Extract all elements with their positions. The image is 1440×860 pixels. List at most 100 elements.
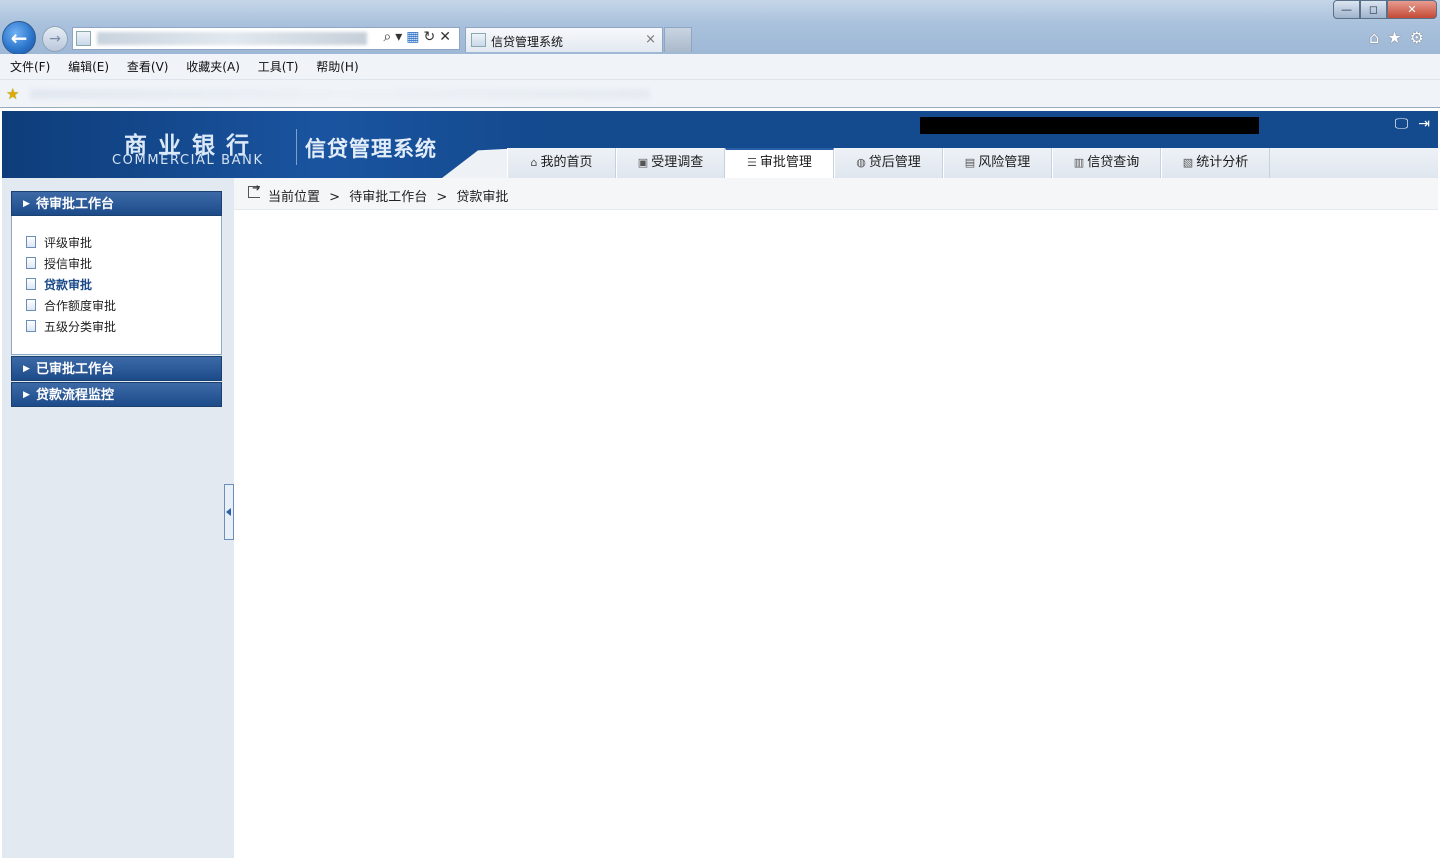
sidebar: ▶ 待审批工作台 评级审批 授信审批 贷款审批 合作额度审批 五级分类审批 ▶ 已审… <box>2 178 234 858</box>
refresh-icon[interactable]: ↻ <box>424 29 440 45</box>
survey-icon: ▣ <box>637 156 649 169</box>
address-bar[interactable]: ⌕▾▦↻✕ <box>72 27 460 50</box>
home-icon[interactable]: ⌂ <box>1369 28 1387 47</box>
expand-arrow-icon: ▶ <box>23 364 30 374</box>
tab-close-icon[interactable]: × <box>645 32 656 47</box>
browser-tab[interactable]: 信贷管理系统 × <box>465 27 663 52</box>
sidebar-item-rating-approval[interactable]: 评级审批 <box>26 234 92 251</box>
gear-icon[interactable]: ⚙ <box>1410 28 1432 47</box>
document-icon <box>26 320 36 332</box>
nav-approval[interactable]: ☰ 审批管理 <box>725 148 834 178</box>
header-icons: 🖵 ⇥ <box>1385 116 1430 132</box>
page-icon <box>471 33 486 47</box>
breadcrumb-item[interactable]: 待审批工作台 <box>349 190 427 205</box>
main-content: 当前位置 > 待审批工作台 > 贷款审批 <box>234 178 1438 858</box>
nav-label: 信贷查询 <box>1087 155 1140 170</box>
sidebar-item-label: 贷款审批 <box>44 278 93 292</box>
nav-label: 贷后管理 <box>868 155 921 170</box>
favorites-star-icon[interactable]: ★ <box>1387 28 1409 47</box>
nav-label: 统计分析 <box>1196 155 1249 170</box>
nav-label: 审批管理 <box>759 155 812 170</box>
monitor-icon[interactable]: 🖵 <box>1395 116 1409 132</box>
sidebar-collapse-handle[interactable] <box>224 484 234 540</box>
document-icon <box>26 257 36 269</box>
page-icon <box>76 31 91 46</box>
location-icon <box>248 183 260 198</box>
browser-titlebar: ← → ⌕▾▦↻✕ 信贷管理系统 × — ◻ ✕ ⌂★⚙ <box>0 0 1440 55</box>
menu-edit[interactable]: 编辑(E) <box>68 54 109 80</box>
document-icon <box>26 299 36 311</box>
expand-arrow-icon: ▶ <box>23 199 30 209</box>
sidebar-item-loan-approval[interactable]: 贷款审批 <box>26 276 92 293</box>
breadcrumb: 当前位置 > 待审批工作台 > 贷款审批 <box>234 178 1438 210</box>
window-controls: — ◻ ✕ <box>1333 0 1437 19</box>
minimize-button[interactable]: — <box>1333 0 1360 19</box>
list-icon: ☰ <box>747 156 757 169</box>
sidebar-item-cooperation-limit-approval[interactable]: 合作额度审批 <box>26 297 116 314</box>
sidebar-item-label: 评级审批 <box>44 236 93 250</box>
compat-view-icon[interactable]: ▦ <box>406 29 423 45</box>
panel-pending-approval-body: 评级审批 授信审批 贷款审批 合作额度审批 五级分类审批 <box>11 216 222 355</box>
nav-label: 受理调查 <box>651 155 704 170</box>
back-arrow-icon[interactable]: ← <box>2 21 36 55</box>
panel-title: 已审批工作台 <box>36 362 115 377</box>
panel-title: 贷款流程监控 <box>36 388 115 403</box>
stats-icon: ▧ <box>1182 156 1194 169</box>
close-window-button[interactable]: ✕ <box>1387 0 1437 19</box>
nav-label: 我的首页 <box>540 155 593 170</box>
maximize-button[interactable]: ◻ <box>1360 0 1387 19</box>
nav-query[interactable]: ▥ 信贷查询 <box>1052 148 1161 178</box>
sidebar-item-credit-approval[interactable]: 授信审批 <box>26 255 92 272</box>
postloan-icon: ◍ <box>856 156 866 169</box>
expand-arrow-icon: ▶ <box>23 390 30 400</box>
browser-toolbar-icons: ⌂★⚙ <box>1369 28 1432 47</box>
breadcrumb-label: 当前位置 <box>268 190 321 205</box>
document-icon <box>26 236 36 248</box>
breadcrumb-item: 贷款审批 <box>456 190 509 205</box>
home-icon: ⌂ <box>530 156 538 169</box>
panel-approved[interactable]: ▶ 已审批工作台 <box>11 356 222 381</box>
menu-view[interactable]: 查看(V) <box>127 54 169 80</box>
breadcrumb-separator: > <box>436 190 448 205</box>
query-icon: ▥ <box>1073 156 1085 169</box>
favorites-links-redacted <box>30 89 650 99</box>
panel-title: 待审批工作台 <box>36 197 115 212</box>
add-favorite-icon[interactable]: ★ <box>6 85 19 103</box>
sidebar-item-label: 合作额度审批 <box>44 299 117 313</box>
bank-logo-en: COMMERCIAL BANK <box>112 153 264 168</box>
nav-stats[interactable]: ▧ 统计分析 <box>1161 148 1270 178</box>
nav-survey[interactable]: ▣ 受理调查 <box>616 148 725 178</box>
sidebar-item-five-level-approval[interactable]: 五级分类审批 <box>26 318 116 335</box>
system-title: 信贷管理系统 <box>305 137 437 161</box>
new-tab-button[interactable] <box>664 27 692 52</box>
breadcrumb-separator: > <box>329 190 341 205</box>
menu-file[interactable]: 文件(F) <box>10 54 50 80</box>
nav-postloan[interactable]: ◍ 贷后管理 <box>834 148 943 178</box>
forward-arrow-icon[interactable]: → <box>42 26 68 52</box>
sidebar-item-label: 授信审批 <box>44 257 93 271</box>
app-header: 商业银行 COMMERCIAL BANK 信贷管理系统 🖵 ⇥ ⌂ 我的首页 ▣ 受理… <box>2 111 1438 178</box>
stop-icon[interactable]: ✕ <box>439 29 455 45</box>
sidebar-item-label: 五级分类审批 <box>44 320 117 334</box>
document-icon <box>26 278 36 290</box>
nav-label: 风险管理 <box>978 155 1031 170</box>
panel-pending-approval[interactable]: ▶ 待审批工作台 <box>11 191 222 216</box>
nav-home[interactable]: ⌂ 我的首页 <box>507 148 616 178</box>
address-tools: ⌕▾▦↻✕ <box>383 29 455 45</box>
favorites-bar: ★ <box>0 80 1440 108</box>
menu-help[interactable]: 帮助(H) <box>316 54 358 80</box>
breadcrumb-text: 当前位置 > 待审批工作台 > 贷款审批 <box>268 186 513 205</box>
logout-icon[interactable]: ⇥ <box>1418 116 1430 132</box>
logo-separator <box>296 129 297 165</box>
main-nav: ⌂ 我的首页 ▣ 受理调查 ☰ 审批管理 ◍ 贷后管理 ▤ 风险管理 ▥ 信贷查询 ▧ 统计分… <box>507 148 1438 178</box>
address-url-redacted[interactable] <box>97 32 367 45</box>
risk-icon: ▤ <box>964 156 976 169</box>
browser-menubar: 文件(F) 编辑(E) 查看(V) 收藏夹(A) 工具(T) 帮助(H) <box>0 54 1440 80</box>
search-icon[interactable]: ⌕▾ <box>383 29 406 45</box>
panel-loan-process-monitor[interactable]: ▶ 贷款流程监控 <box>11 382 222 407</box>
user-info-redacted <box>920 117 1259 134</box>
menu-favorites[interactable]: 收藏夹(A) <box>186 54 240 80</box>
menu-tools[interactable]: 工具(T) <box>258 54 299 80</box>
nav-risk[interactable]: ▤ 风险管理 <box>943 148 1052 178</box>
tab-title: 信贷管理系统 <box>491 35 564 49</box>
